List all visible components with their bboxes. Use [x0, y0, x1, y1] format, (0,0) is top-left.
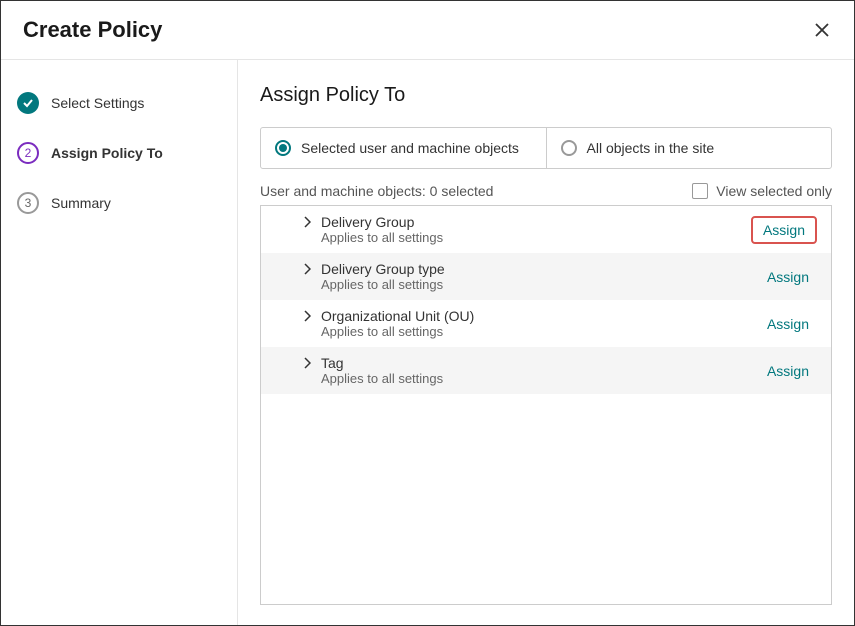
filter-row: User and machine objects: 0 selected Vie…	[260, 183, 832, 199]
item-texts: Delivery Group type Applies to all setti…	[321, 261, 445, 292]
radio-label: All objects in the site	[587, 140, 715, 156]
chevron-right-icon[interactable]	[303, 261, 311, 278]
list-item-left: Delivery Group Applies to all settings	[275, 214, 443, 245]
item-subtitle: Applies to all settings	[321, 324, 474, 339]
assign-button[interactable]: Assign	[759, 312, 817, 336]
step-summary[interactable]: 3 Summary	[17, 184, 221, 222]
page-title: Assign Policy To	[260, 84, 832, 107]
item-texts: Tag Applies to all settings	[321, 355, 443, 386]
list-item-tag: Tag Applies to all settings Assign	[261, 347, 831, 394]
list-item-delivery-group-type: Delivery Group type Applies to all setti…	[261, 253, 831, 300]
main-panel: Assign Policy To Selected user and machi…	[238, 60, 854, 625]
item-texts: Delivery Group Applies to all settings	[321, 214, 443, 245]
list-item-left: Delivery Group type Applies to all setti…	[275, 261, 445, 292]
assignment-scope-radios: Selected user and machine objects All ob…	[260, 127, 832, 169]
list-item-left: Tag Applies to all settings	[275, 355, 443, 386]
close-button[interactable]	[812, 20, 832, 40]
objects-list: Delivery Group Applies to all settings A…	[260, 205, 832, 605]
radio-all-objects[interactable]: All objects in the site	[547, 128, 832, 168]
step-number-icon: 3	[17, 192, 39, 214]
item-subtitle: Applies to all settings	[321, 277, 445, 292]
item-texts: Organizational Unit (OU) Applies to all …	[321, 308, 474, 339]
list-item-left: Organizational Unit (OU) Applies to all …	[275, 308, 474, 339]
item-title: Organizational Unit (OU)	[321, 308, 474, 324]
chevron-right-icon[interactable]	[303, 214, 311, 231]
item-title: Tag	[321, 355, 443, 371]
modal-title: Create Policy	[23, 17, 162, 43]
radio-icon	[275, 140, 291, 156]
assign-button[interactable]: Assign	[759, 359, 817, 383]
item-subtitle: Applies to all settings	[321, 371, 443, 386]
step-done-icon	[17, 92, 39, 114]
wizard-sidebar: Select Settings 2 Assign Policy To 3 Sum…	[1, 60, 238, 625]
view-selected-only-toggle[interactable]: View selected only	[692, 183, 832, 199]
close-icon	[814, 22, 830, 38]
item-title: Delivery Group type	[321, 261, 445, 277]
step-label: Select Settings	[51, 95, 144, 111]
item-title: Delivery Group	[321, 214, 443, 230]
radio-selected-objects[interactable]: Selected user and machine objects	[261, 128, 547, 168]
selected-count-label: User and machine objects: 0 selected	[260, 183, 493, 199]
step-number-icon: 2	[17, 142, 39, 164]
chevron-right-icon[interactable]	[303, 355, 311, 372]
step-assign-policy-to[interactable]: 2 Assign Policy To	[17, 134, 221, 172]
chevron-right-icon[interactable]	[303, 308, 311, 325]
view-selected-only-label: View selected only	[716, 183, 832, 199]
radio-icon	[561, 140, 577, 156]
assign-button[interactable]: Assign	[759, 265, 817, 289]
step-select-settings[interactable]: Select Settings	[17, 84, 221, 122]
create-policy-modal: Create Policy Select Settings 2 Assign P…	[0, 0, 855, 626]
item-subtitle: Applies to all settings	[321, 230, 443, 245]
step-label: Assign Policy To	[51, 145, 163, 161]
radio-label: Selected user and machine objects	[301, 140, 519, 156]
list-item-organizational-unit: Organizational Unit (OU) Applies to all …	[261, 300, 831, 347]
checkbox-icon	[692, 183, 708, 199]
modal-body: Select Settings 2 Assign Policy To 3 Sum…	[1, 60, 854, 625]
modal-header: Create Policy	[1, 1, 854, 60]
step-label: Summary	[51, 195, 111, 211]
list-item-delivery-group: Delivery Group Applies to all settings A…	[261, 206, 831, 253]
check-icon	[22, 97, 34, 109]
assign-button[interactable]: Assign	[751, 216, 817, 244]
